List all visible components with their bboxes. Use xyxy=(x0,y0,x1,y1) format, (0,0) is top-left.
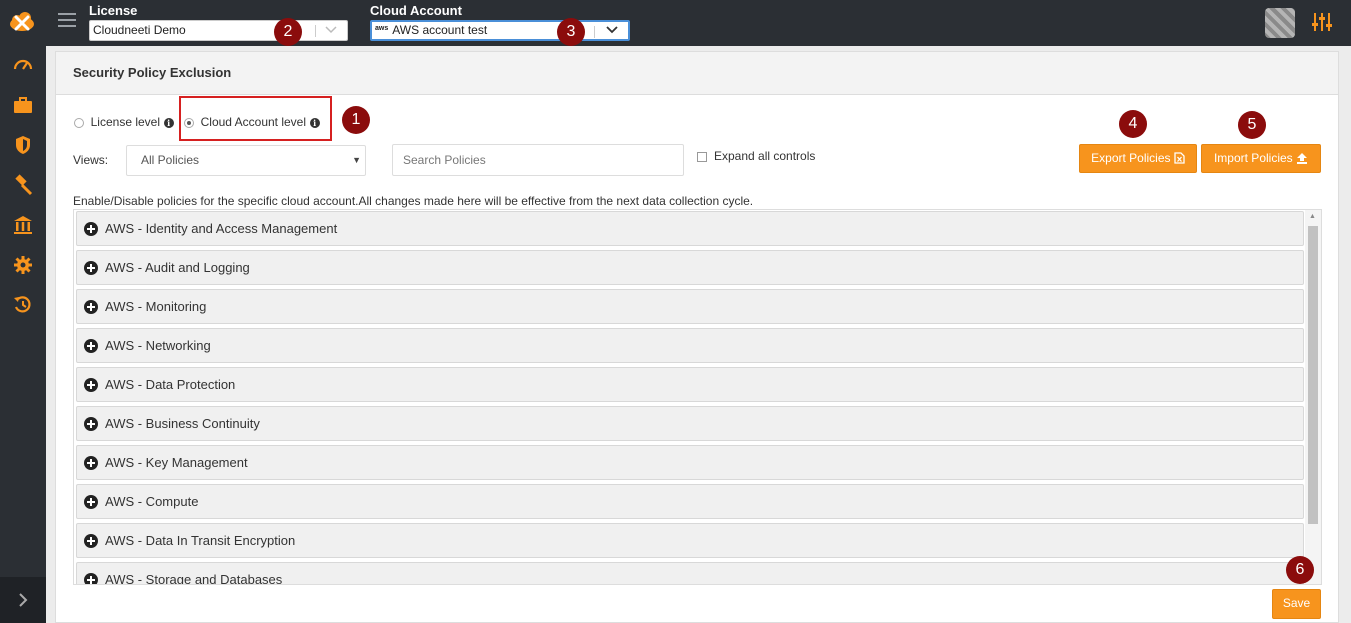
sidebar xyxy=(0,46,46,623)
bank-icon[interactable] xyxy=(12,214,34,236)
description-text: Enable/Disable policies for the specific… xyxy=(73,194,754,208)
license-value: Cloudneeti Demo xyxy=(93,23,186,37)
plus-circle-icon xyxy=(84,222,98,236)
aws-logo-icon: aws xyxy=(375,25,389,33)
gear-icon[interactable] xyxy=(12,254,34,276)
views-value: All Policies xyxy=(141,153,200,167)
policy-group-label: AWS - Monitoring xyxy=(105,299,207,314)
views-label: Views: xyxy=(73,153,109,167)
dashboard-icon[interactable] xyxy=(12,54,34,76)
top-bar: License Cloudneeti Demo Cloud Account aw… xyxy=(0,0,1351,46)
plus-circle-icon xyxy=(84,300,98,314)
cloud-account-level-option[interactable]: Cloud Account level i xyxy=(184,114,320,129)
save-label: Save xyxy=(1282,596,1311,610)
menu-toggle-icon[interactable] xyxy=(58,13,76,29)
annotation-marker: 5 xyxy=(1238,111,1266,139)
plus-circle-icon xyxy=(84,495,98,509)
plus-circle-icon xyxy=(84,261,98,275)
cloud-account-level-label: Cloud Account level xyxy=(200,115,307,129)
chevron-down-icon xyxy=(606,26,618,34)
scroll-up-icon[interactable]: ▲ xyxy=(1309,213,1316,220)
policy-group-item[interactable]: AWS - Storage and Databases xyxy=(76,562,1304,585)
policy-group-item[interactable]: AWS - Networking xyxy=(76,328,1304,363)
info-icon[interactable]: i xyxy=(309,117,320,128)
save-button[interactable]: Save xyxy=(1272,589,1321,619)
shield-icon[interactable] xyxy=(12,134,34,156)
app-logo-icon[interactable] xyxy=(8,9,36,33)
policy-group-list: AWS - Identity and Access Management AWS… xyxy=(73,209,1322,585)
cloud-account-select[interactable]: aws AWS account test xyxy=(370,20,630,41)
annotation-marker: 2 xyxy=(274,18,302,46)
policy-group-label: AWS - Networking xyxy=(105,338,211,353)
plus-circle-icon xyxy=(84,417,98,431)
policy-group-label: AWS - Audit and Logging xyxy=(105,260,250,275)
sidebar-expand-button[interactable] xyxy=(0,577,46,623)
chevron-right-icon xyxy=(19,593,28,607)
policy-group-label: AWS - Identity and Access Management xyxy=(105,221,338,236)
policy-group-label: AWS - Storage and Databases xyxy=(105,572,283,585)
list-scrollbar[interactable]: ▲ xyxy=(1305,210,1321,584)
security-policy-panel: Security Policy Exclusion License level … xyxy=(55,51,1339,623)
cloud-account-label: Cloud Account xyxy=(370,3,462,18)
policy-group-item[interactable]: AWS - Compute xyxy=(76,484,1304,519)
views-select[interactable]: All Policies ▼ xyxy=(126,145,366,176)
policy-group-item[interactable]: AWS - Key Management xyxy=(76,445,1304,480)
annotation-marker: 3 xyxy=(557,18,585,46)
policy-group-label: AWS - Data Protection xyxy=(105,377,236,392)
license-field: License Cloudneeti Demo xyxy=(89,3,348,41)
plus-circle-icon xyxy=(84,378,98,392)
policy-group-item[interactable]: AWS - Data In Transit Encryption xyxy=(76,523,1304,558)
scrollbar-thumb[interactable] xyxy=(1308,226,1318,524)
policy-group-label: AWS - Compute xyxy=(105,494,199,509)
license-level-radio[interactable] xyxy=(74,117,84,128)
cloud-account-field: Cloud Account aws AWS account test xyxy=(370,3,630,41)
chevron-down-icon xyxy=(325,26,337,34)
license-select[interactable]: Cloudneeti Demo xyxy=(89,20,348,41)
user-avatar[interactable] xyxy=(1265,8,1295,38)
export-policies-button[interactable]: Export Policies xyxy=(1079,144,1197,173)
export-policies-label: Export Policies xyxy=(1091,151,1171,165)
upload-icon xyxy=(1297,153,1308,164)
expand-all-label: Expand all controls xyxy=(714,149,816,163)
expand-all-checkbox[interactable] xyxy=(697,152,707,162)
settings-sliders-icon[interactable] xyxy=(1311,11,1333,33)
plus-circle-icon xyxy=(84,339,98,353)
annotation-marker: 6 xyxy=(1286,556,1314,584)
plus-circle-icon xyxy=(84,456,98,470)
policy-group-item[interactable]: AWS - Identity and Access Management xyxy=(76,211,1304,246)
select-separator xyxy=(594,26,595,38)
hammer-icon[interactable] xyxy=(12,174,34,196)
caret-down-icon: ▼ xyxy=(352,155,361,165)
license-level-label: License level xyxy=(90,115,160,129)
policy-group-label: AWS - Business Continuity xyxy=(105,416,260,431)
annotation-marker: 4 xyxy=(1119,110,1147,138)
license-label: License xyxy=(89,3,138,18)
info-icon[interactable]: i xyxy=(163,117,174,128)
plus-circle-icon xyxy=(84,534,98,548)
briefcase-icon[interactable] xyxy=(12,94,34,116)
import-policies-button[interactable]: Import Policies xyxy=(1201,144,1321,173)
file-excel-icon xyxy=(1174,152,1185,164)
history-icon[interactable] xyxy=(12,294,34,316)
policy-group-item[interactable]: AWS - Business Continuity xyxy=(76,406,1304,441)
search-policies-input[interactable] xyxy=(392,144,684,176)
policy-group-item[interactable]: AWS - Audit and Logging xyxy=(76,250,1304,285)
cloud-account-value: AWS account test xyxy=(392,23,488,37)
license-level-option[interactable]: License level i xyxy=(74,114,174,129)
policy-group-label: AWS - Key Management xyxy=(105,455,248,470)
select-separator xyxy=(315,25,316,37)
policy-group-item[interactable]: AWS - Monitoring xyxy=(76,289,1304,324)
policy-group-label: AWS - Data In Transit Encryption xyxy=(105,533,296,548)
annotation-marker: 1 xyxy=(342,106,370,134)
panel-title: Security Policy Exclusion xyxy=(56,52,1338,95)
import-policies-label: Import Policies xyxy=(1213,151,1293,165)
cloud-account-level-radio[interactable] xyxy=(184,117,194,128)
policy-group-item[interactable]: AWS - Data Protection xyxy=(76,367,1304,402)
plus-circle-icon xyxy=(84,573,98,584)
